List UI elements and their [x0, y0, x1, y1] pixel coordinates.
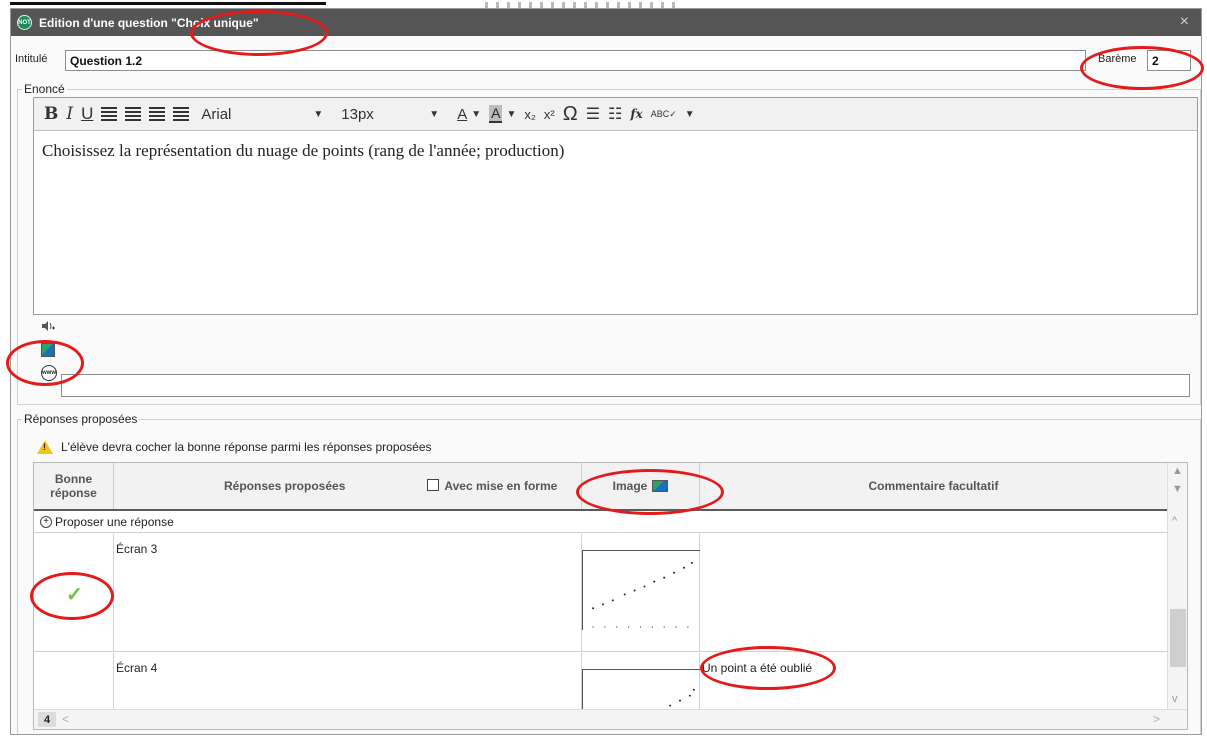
- bonne-reponse-cell[interactable]: ✓: [34, 534, 114, 651]
- propose-reponse-button[interactable]: + Proposer une réponse: [34, 512, 1168, 533]
- image-icon: [652, 480, 669, 492]
- vertical-scrollbar[interactable]: ▲ ▼ ^ v: [1167, 463, 1187, 711]
- scroll-up-icon[interactable]: ^: [1172, 515, 1177, 527]
- col-image-label: Image: [612, 479, 648, 493]
- chevron-down-icon[interactable]: ▼: [313, 109, 323, 120]
- grid-header: Bonne réponse Réponses proposées Avec mi…: [34, 463, 1168, 511]
- intitule-input[interactable]: Question 1.2: [65, 50, 1086, 71]
- scroll-right-icon[interactable]: >: [1153, 712, 1160, 726]
- mise-en-forme-label: Avec mise en forme: [444, 479, 558, 493]
- bullet-list-icon[interactable]: ☰: [586, 102, 600, 126]
- intitule-label: Intitulé: [15, 53, 48, 65]
- image-add-icon[interactable]: [41, 343, 55, 357]
- col-bonne-reponse[interactable]: Bonne réponse: [34, 463, 114, 509]
- omega-icon[interactable]: Ω: [563, 102, 578, 126]
- web-link-icon[interactable]: www: [41, 365, 57, 381]
- chevron-down-icon[interactable]: ▼: [429, 109, 439, 120]
- align-left-icon: [101, 107, 118, 121]
- italic-button[interactable]: I: [66, 102, 73, 126]
- scatter-thumbnail: [582, 550, 700, 630]
- bareme-label: Barème: [1098, 53, 1137, 65]
- warning-text: L'élève devra cocher la bonne réponse pa…: [61, 440, 432, 454]
- close-icon[interactable]: ×: [1180, 13, 1189, 31]
- url-input[interactable]: [61, 374, 1190, 397]
- chevron-down-icon[interactable]: ▼: [471, 109, 481, 120]
- col-reponses-proposees[interactable]: Réponses proposées Avec mise en forme: [114, 463, 582, 509]
- align-right-button[interactable]: [149, 102, 166, 126]
- align-justify-button[interactable]: [173, 102, 190, 126]
- scroll-thumb[interactable]: [1170, 609, 1186, 667]
- answers-grid: Bonne réponse Réponses proposées Avec mi…: [33, 462, 1188, 730]
- check-icon: ✓: [66, 584, 83, 606]
- col-commentaire[interactable]: Commentaire facultatif: [700, 463, 1168, 509]
- align-justify-icon: [173, 107, 190, 121]
- align-right-icon: [149, 107, 166, 121]
- warning-icon: [37, 440, 53, 454]
- app-logo-icon: NOT: [17, 15, 32, 30]
- highlight-color-button[interactable]: A: [489, 105, 503, 123]
- spellcheck-button[interactable]: ABC✓: [651, 102, 677, 126]
- move-up-icon[interactable]: ▲: [1172, 465, 1183, 477]
- reponses-legend: Réponses proposées: [22, 412, 140, 426]
- numbered-list-icon[interactable]: ☷: [608, 102, 622, 126]
- top-underline: [10, 2, 326, 5]
- window-title: Edition d'une question "Choix unique": [39, 15, 259, 30]
- enonce-text[interactable]: Choisissez la représentation du nuage de…: [34, 131, 1197, 171]
- move-down-icon[interactable]: ▼: [1172, 483, 1183, 495]
- bold-button[interactable]: B: [44, 102, 58, 126]
- mise-en-forme-toggle[interactable]: Avec mise en forme: [427, 479, 557, 493]
- scroll-left-icon[interactable]: <: [62, 712, 69, 726]
- scroll-down-icon[interactable]: v: [1172, 693, 1178, 705]
- reponse-label[interactable]: Écran 3: [114, 534, 582, 651]
- question-editor-window: NOT Edition d'une question "Choix unique…: [10, 8, 1202, 735]
- formula-button[interactable]: fx: [630, 102, 642, 126]
- rich-text-editor: B I U Arial ▼ 13px ▼ A ▼ A ▼ x₂ x² Ω ☰ ☷…: [33, 97, 1198, 315]
- horizontal-scrollbar[interactable]: 4 < >: [34, 709, 1187, 729]
- table-row[interactable]: ✓ Écran 3: [34, 534, 1168, 652]
- align-left-button[interactable]: [101, 102, 118, 126]
- chevron-down-icon[interactable]: ▼: [506, 109, 516, 120]
- col-image[interactable]: Image: [582, 463, 700, 509]
- subscript-button[interactable]: x₂: [524, 102, 536, 126]
- font-size-select[interactable]: 13px: [341, 106, 429, 123]
- col-reponses-label: Réponses proposées: [224, 479, 346, 493]
- editor-toolbar: B I U Arial ▼ 13px ▼ A ▼ A ▼ x₂ x² Ω ☰ ☷…: [34, 98, 1197, 131]
- underline-button[interactable]: U: [81, 102, 93, 126]
- image-cell[interactable]: [582, 534, 700, 651]
- speaker-add-icon[interactable]: [41, 319, 55, 333]
- text-color-button[interactable]: A: [457, 106, 467, 123]
- align-center-button[interactable]: [125, 102, 142, 126]
- align-center-icon: [125, 107, 142, 121]
- chevron-down-icon[interactable]: ▼: [685, 109, 695, 120]
- enonce-legend: Enoncé: [22, 82, 67, 96]
- add-icon: +: [40, 516, 52, 528]
- warning-message: L'élève devra cocher la bonne réponse pa…: [37, 440, 432, 454]
- row-count-badge: 4: [38, 712, 56, 727]
- title-bar: NOT Edition d'une question "Choix unique…: [11, 9, 1201, 36]
- mise-en-forme-checkbox[interactable]: [427, 479, 440, 491]
- propose-label: Proposer une réponse: [55, 515, 174, 529]
- bareme-input[interactable]: 2: [1147, 50, 1191, 71]
- superscript-button[interactable]: x²: [544, 102, 555, 126]
- commentaire-cell[interactable]: [700, 534, 1168, 651]
- font-family-select[interactable]: Arial: [201, 106, 313, 123]
